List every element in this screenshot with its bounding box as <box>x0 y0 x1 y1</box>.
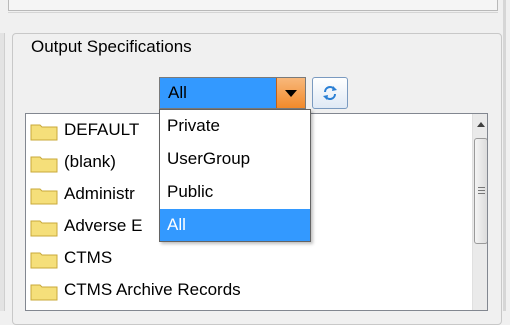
list-item-label: Adverse E <box>64 216 143 235</box>
top-panel-rail <box>8 12 498 13</box>
top-panel <box>0 0 510 14</box>
top-panel-frame <box>8 0 498 11</box>
vertical-scrollbar[interactable] <box>472 114 487 310</box>
dropdown-option-public[interactable]: Public <box>160 176 310 208</box>
combobox-dropdown-button[interactable] <box>276 78 305 108</box>
list-item-label: Administr <box>64 184 135 203</box>
folder-icon <box>30 252 58 269</box>
refresh-icon <box>323 86 337 100</box>
folder-icon <box>30 124 58 141</box>
folder-icon <box>30 284 58 301</box>
folder-icon <box>30 188 58 205</box>
grip-line <box>478 190 485 191</box>
dropdown-option-private[interactable]: Private <box>160 110 310 142</box>
grip-line <box>478 193 485 194</box>
chevron-down-icon <box>285 90 297 97</box>
folder-icon <box>30 220 58 237</box>
dropdown-option-all[interactable]: All <box>160 209 310 241</box>
refresh-button[interactable] <box>312 77 348 109</box>
list-item-label: (blank) <box>64 152 116 171</box>
scrollbar-thumb[interactable] <box>474 138 487 244</box>
filter-combobox[interactable]: All <box>159 77 306 109</box>
group-title: Output Specifications <box>27 36 196 58</box>
scroll-up-button[interactable] <box>473 116 487 133</box>
filter-dropdown-popup: Private UserGroup Public All <box>159 109 311 242</box>
list-item-label: CTMS <box>64 248 113 267</box>
list-item-label: CTMS Archive Records <box>64 280 241 299</box>
filter-combobox-value[interactable]: All <box>160 78 276 108</box>
window-right-edge <box>503 0 506 311</box>
grip-line <box>478 187 485 188</box>
dropdown-option-usergroup[interactable]: UserGroup <box>160 143 310 175</box>
list-item-label: DEFAULT <box>64 120 140 139</box>
folder-icon <box>30 156 58 173</box>
splitter-left[interactable] <box>0 33 5 311</box>
chevron-up-icon <box>477 122 485 127</box>
